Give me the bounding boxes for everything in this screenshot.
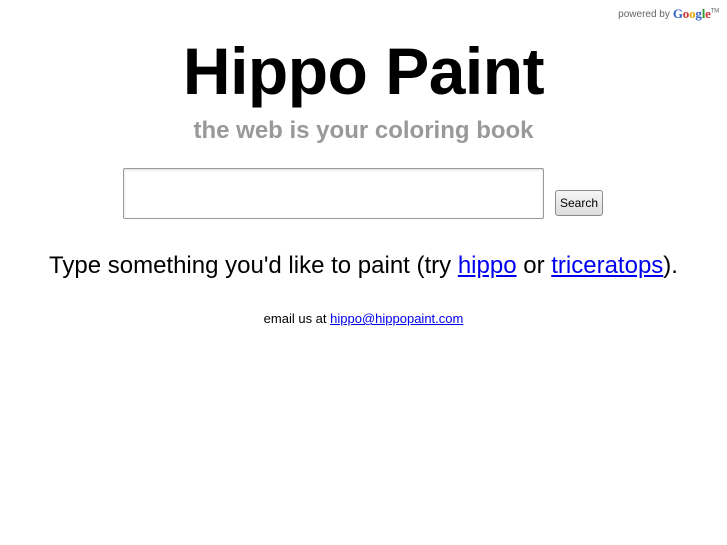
triceratops-link[interactable]: triceratops (551, 252, 663, 279)
powered-by-label: powered by (618, 8, 670, 20)
email-prefix: email us at (263, 311, 327, 326)
google-logo-letter: G (672, 6, 683, 21)
trademark-mark: TM (710, 8, 719, 15)
page-subtitle: the web is your coloring book (193, 117, 534, 144)
prompt-suffix: ). (663, 252, 678, 279)
prompt-prefix: Type something you'd like to paint (try (49, 252, 452, 279)
email-line: email us at hippo@hippopaint.com (0, 311, 727, 327)
paint-prompt: Type something you'd like to paint (try … (0, 251, 727, 281)
search-input[interactable] (123, 168, 544, 219)
hippo-link[interactable]: hippo (458, 252, 517, 279)
search-button[interactable]: Search (555, 190, 603, 216)
page-title: Hippo Paint (182, 34, 545, 108)
powered-by-google[interactable]: powered by GoogleTM (618, 6, 719, 22)
email-link[interactable]: hippo@hippopaint.com (330, 311, 463, 326)
page: powered by GoogleTM Hippo Paint the web … (0, 0, 727, 545)
google-logo: GoogleTM (673, 6, 719, 22)
prompt-middle: or (523, 252, 545, 279)
